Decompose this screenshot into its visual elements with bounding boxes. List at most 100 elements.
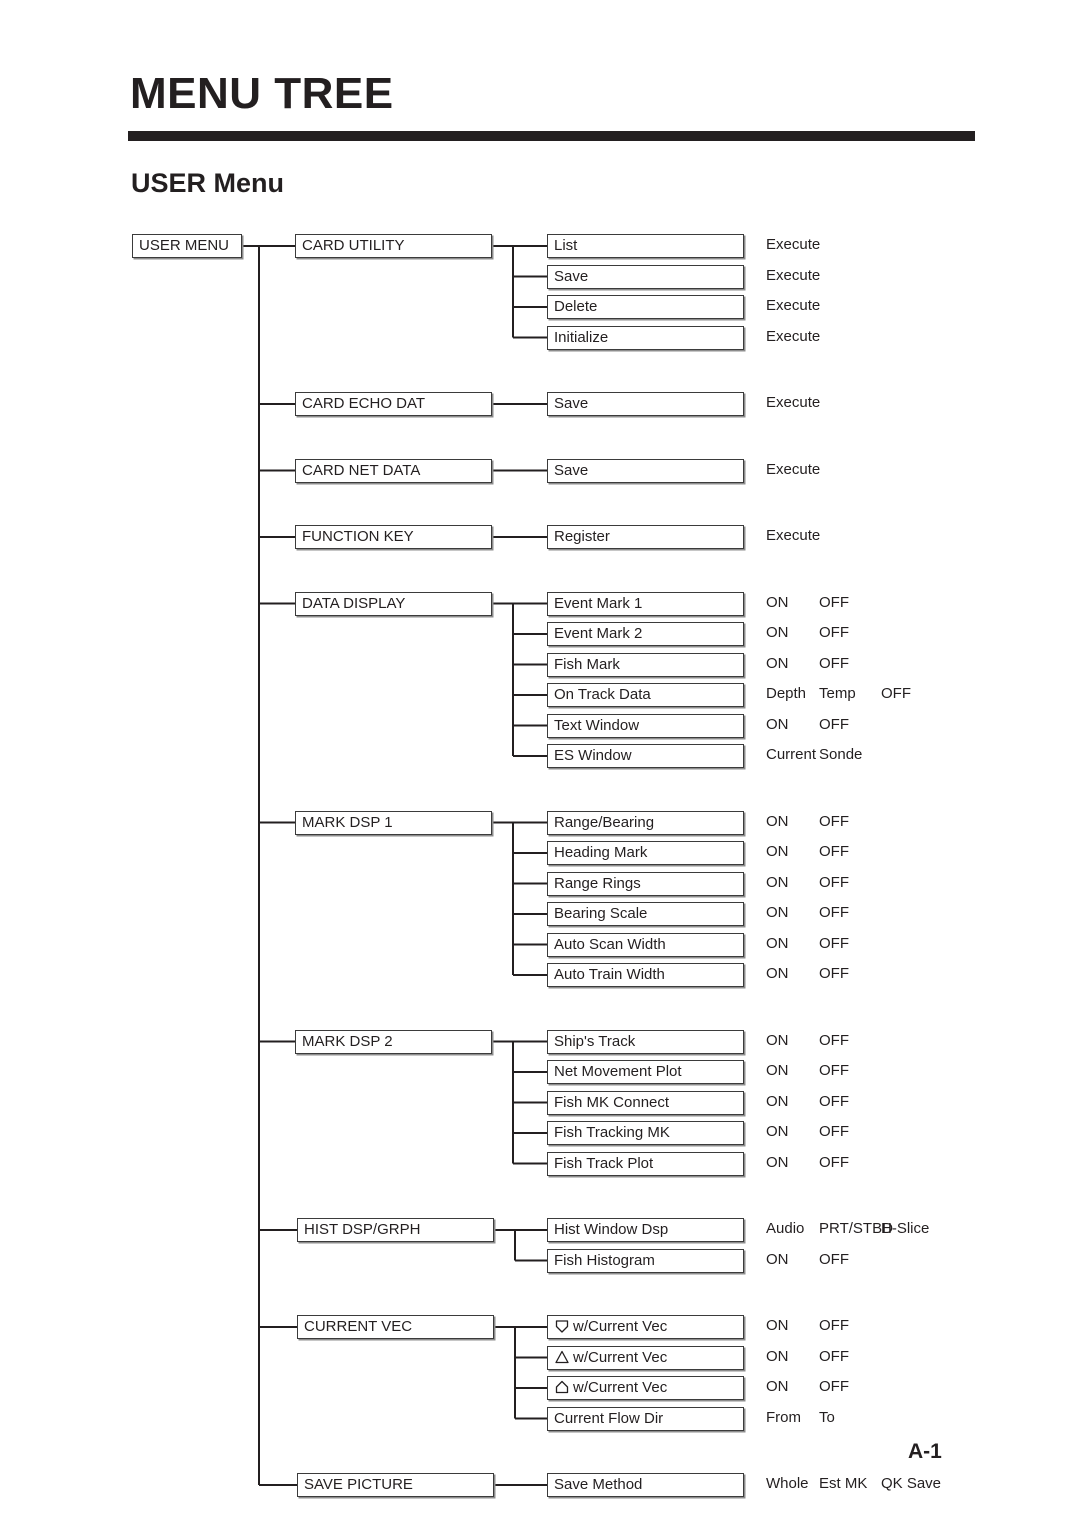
- menu-group-box[interactable]: CURRENT VEC: [297, 1315, 494, 1339]
- menu-item-box[interactable]: w/Current Vec: [547, 1345, 744, 1370]
- menu-item-box[interactable]: Fish Histogram: [547, 1248, 744, 1273]
- menu-root-box[interactable]: USER MENU: [132, 234, 242, 258]
- menu-group-box[interactable]: DATA DISPLAY: [295, 591, 492, 616]
- menu-group-box[interactable]: CARD UTILITY: [295, 234, 492, 258]
- menu-option-value[interactable]: ON: [766, 1121, 819, 1142]
- menu-option-value[interactable]: Depth: [766, 683, 819, 704]
- menu-option-value[interactable]: ON: [766, 1346, 819, 1367]
- menu-group-box[interactable]: MARK DSP 2: [295, 1029, 492, 1054]
- menu-option-value[interactable]: ON: [766, 653, 819, 674]
- menu-option-value[interactable]: OFF: [819, 1152, 881, 1173]
- menu-item-box[interactable]: Fish MK Connect: [547, 1090, 744, 1115]
- menu-option-value[interactable]: OFF: [819, 1376, 881, 1397]
- menu-option-value[interactable]: OFF: [881, 683, 911, 704]
- menu-option-value[interactable]: Whole: [766, 1473, 819, 1494]
- menu-option-value[interactable]: OFF: [819, 872, 881, 893]
- menu-item-box[interactable]: w/Current Vec: [547, 1376, 744, 1400]
- menu-option-value[interactable]: ON: [766, 902, 819, 923]
- menu-item-box[interactable]: Net Movement Plot: [547, 1060, 744, 1084]
- menu-option-value[interactable]: OFF: [819, 1346, 881, 1367]
- menu-item-box[interactable]: Hist Window Dsp: [547, 1218, 744, 1242]
- menu-item-box[interactable]: Auto Train Width: [547, 963, 744, 987]
- menu-option-value[interactable]: ON: [766, 1249, 819, 1270]
- menu-option-value[interactable]: ON: [766, 1376, 819, 1397]
- menu-option-value[interactable]: OFF: [819, 1091, 881, 1112]
- menu-option-value[interactable]: ON: [766, 811, 819, 832]
- menu-option-value[interactable]: From: [766, 1407, 819, 1428]
- menu-option-value[interactable]: Execute: [766, 392, 820, 413]
- menu-option-value[interactable]: PRT/STBD: [819, 1218, 893, 1239]
- menu-item-box[interactable]: Register: [547, 525, 744, 549]
- menu-option-value[interactable]: Execute: [766, 265, 820, 286]
- menu-item-box[interactable]: Fish Tracking MK: [547, 1121, 744, 1145]
- menu-option-value[interactable]: OFF: [819, 963, 881, 984]
- menu-option-value[interactable]: OFF: [819, 811, 881, 832]
- menu-option-value[interactable]: ON: [766, 963, 819, 984]
- menu-item-box[interactable]: Save: [547, 458, 744, 483]
- menu-option-value[interactable]: Execute: [766, 295, 820, 316]
- menu-item-box[interactable]: Bearing Scale: [547, 902, 744, 926]
- menu-item-box[interactable]: w/Current Vec: [547, 1315, 744, 1339]
- menu-option-value[interactable]: ON: [766, 1315, 819, 1336]
- menu-option-value[interactable]: ON: [766, 714, 819, 735]
- menu-option-value[interactable]: Current: [766, 744, 819, 765]
- menu-option-value[interactable]: OFF: [819, 1060, 881, 1081]
- menu-option-value[interactable]: ON: [766, 1091, 819, 1112]
- menu-option-value[interactable]: To: [819, 1407, 881, 1428]
- menu-item-box[interactable]: Auto Scan Width: [547, 932, 744, 957]
- menu-item-box[interactable]: Save: [547, 392, 744, 416]
- menu-option-value[interactable]: OFF: [819, 841, 881, 862]
- menu-option-value[interactable]: ON: [766, 933, 819, 954]
- menu-item-box[interactable]: Current Flow Dir: [547, 1406, 744, 1431]
- menu-option-value[interactable]: H-Slice: [881, 1218, 929, 1239]
- menu-item-box[interactable]: Event Mark 2: [547, 622, 744, 646]
- menu-item-box[interactable]: Range/Bearing: [547, 810, 744, 835]
- menu-group-box[interactable]: CARD NET DATA: [295, 458, 492, 483]
- menu-option-value[interactable]: OFF: [819, 622, 881, 643]
- menu-group-box[interactable]: CARD ECHO DAT: [295, 392, 492, 416]
- menu-option-value[interactable]: QK Save: [881, 1473, 941, 1494]
- menu-item-box[interactable]: Initialize: [547, 325, 744, 350]
- menu-option-value[interactable]: ON: [766, 841, 819, 862]
- menu-item-box[interactable]: Fish Mark: [547, 652, 744, 677]
- menu-option-value[interactable]: OFF: [819, 933, 881, 954]
- menu-item-box[interactable]: Range Rings: [547, 871, 744, 896]
- menu-option-value[interactable]: Audio: [766, 1218, 819, 1239]
- menu-item-box[interactable]: Event Mark 1: [547, 591, 744, 616]
- menu-item-box[interactable]: Text Window: [547, 713, 744, 738]
- menu-group-box[interactable]: HIST DSP/GRPH: [297, 1218, 494, 1242]
- menu-item-box[interactable]: On Track Data: [547, 683, 744, 707]
- menu-option-value[interactable]: Execute: [766, 525, 820, 546]
- menu-item-box[interactable]: Save: [547, 264, 744, 289]
- menu-option-value[interactable]: OFF: [819, 653, 881, 674]
- menu-option-value[interactable]: OFF: [819, 902, 881, 923]
- menu-option-value[interactable]: ON: [766, 1030, 819, 1051]
- menu-option-value[interactable]: OFF: [819, 1249, 881, 1270]
- menu-option-value[interactable]: Execute: [766, 234, 820, 255]
- menu-option-value[interactable]: OFF: [819, 1315, 881, 1336]
- menu-option-value[interactable]: OFF: [819, 1030, 881, 1051]
- menu-option-value[interactable]: ON: [766, 1152, 819, 1173]
- menu-option-value[interactable]: Execute: [766, 326, 820, 347]
- menu-group-box[interactable]: SAVE PICTURE: [297, 1473, 494, 1497]
- menu-option-value[interactable]: OFF: [819, 592, 881, 613]
- menu-item-box[interactable]: Save Method: [547, 1473, 744, 1497]
- menu-item-box[interactable]: Heading Mark: [547, 841, 744, 865]
- menu-option-value[interactable]: Execute: [766, 459, 820, 480]
- menu-item-box[interactable]: Ship's Track: [547, 1029, 744, 1054]
- menu-option-value[interactable]: ON: [766, 622, 819, 643]
- menu-item-box[interactable]: Delete: [547, 295, 744, 319]
- menu-group-box[interactable]: MARK DSP 1: [295, 810, 492, 835]
- menu-option-value[interactable]: Est MK: [819, 1473, 881, 1494]
- menu-option-value[interactable]: OFF: [819, 714, 881, 735]
- menu-option-value[interactable]: ON: [766, 592, 819, 613]
- menu-option-value[interactable]: Temp: [819, 683, 881, 704]
- menu-item-box[interactable]: Fish Track Plot: [547, 1151, 744, 1176]
- menu-item-box[interactable]: ES Window: [547, 744, 744, 768]
- menu-option-value[interactable]: OFF: [819, 1121, 881, 1142]
- menu-option-value[interactable]: ON: [766, 1060, 819, 1081]
- menu-group-box[interactable]: FUNCTION KEY: [295, 525, 492, 549]
- menu-option-value[interactable]: Sonde: [819, 744, 881, 765]
- menu-item-box[interactable]: List: [547, 234, 744, 258]
- menu-option-value[interactable]: ON: [766, 872, 819, 893]
